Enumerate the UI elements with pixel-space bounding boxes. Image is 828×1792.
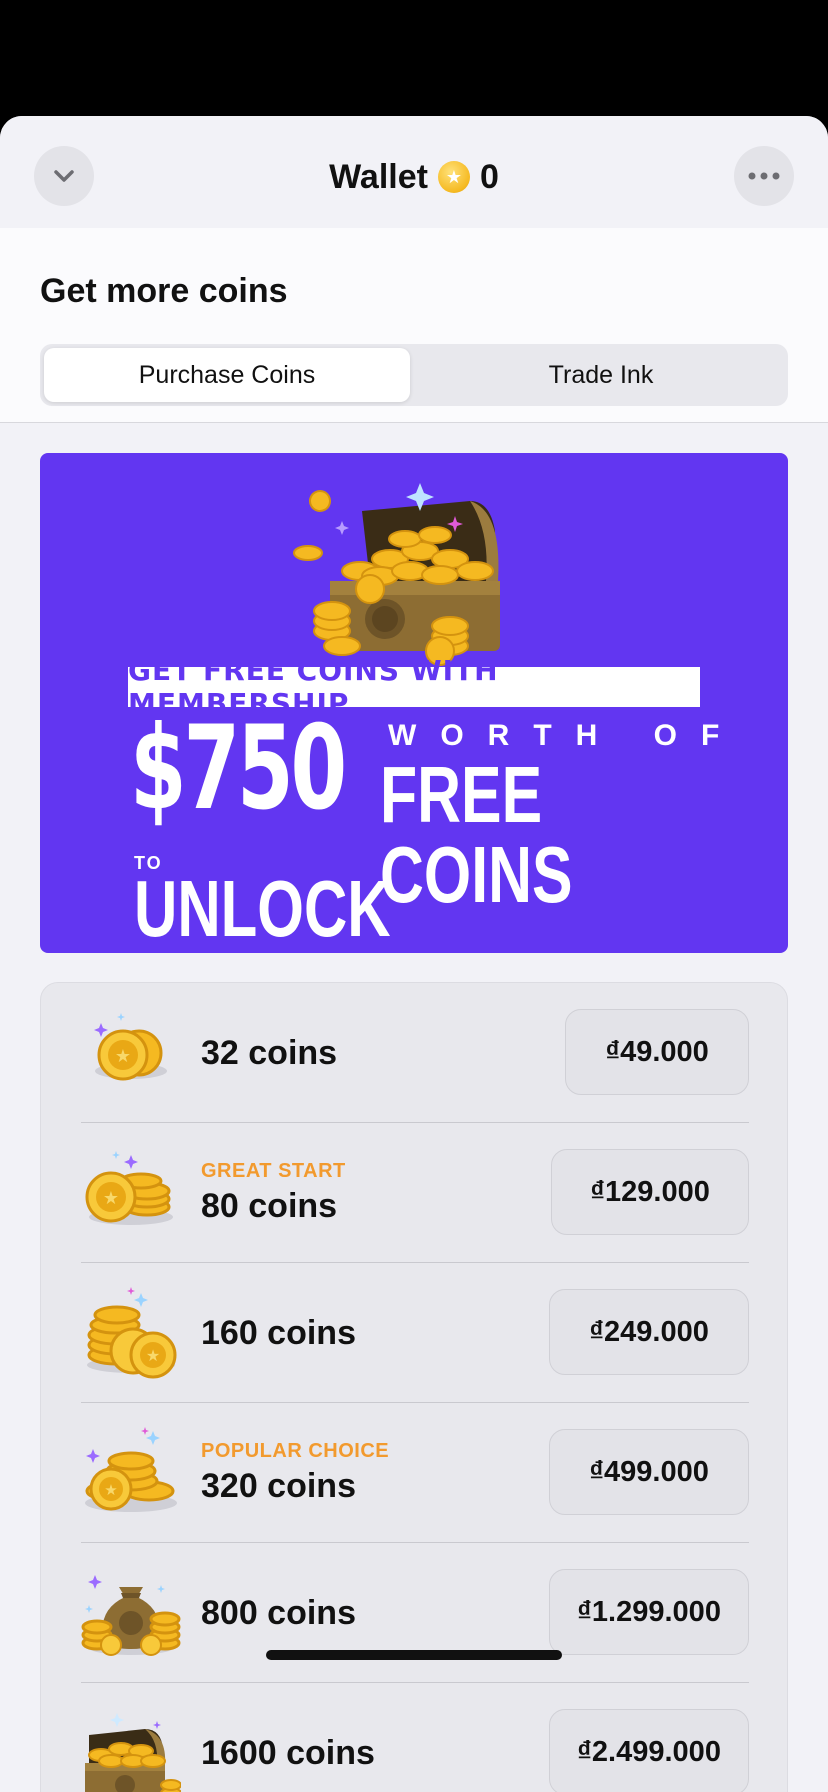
wallet-title: Wallet ★ 0: [0, 152, 828, 202]
svg-text:★: ★: [115, 1046, 131, 1066]
wallet-title-text: Wallet: [329, 157, 428, 196]
treasure-chest-illustration: [293, 483, 500, 666]
wallet-sheet: Wallet ★ 0 Get more coins Purchase Coins…: [0, 116, 828, 1792]
coin-stack-icon: ★: [85, 1151, 173, 1225]
price-button[interactable]: ₫2.499.000: [549, 1709, 749, 1792]
coin-heap-icon: ★: [85, 1427, 177, 1512]
price-button[interactable]: ₫249.000: [549, 1289, 749, 1375]
banner-amount: $750: [130, 701, 347, 836]
package-amount: 80 coins: [201, 1187, 338, 1225]
banner-worth-of: WORTH OF: [388, 719, 744, 752]
package-amount: 1600 coins: [201, 1733, 375, 1772]
price-button[interactable]: ₫1.299.000: [549, 1569, 749, 1655]
tab-trade-ink[interactable]: Trade Ink: [418, 348, 784, 402]
home-indicator: [266, 1650, 562, 1660]
membership-banner[interactable]: GET FREE COINS WITH MEMBERSHIP $750 WORT…: [40, 453, 788, 953]
top-bar: Wallet ★ 0: [0, 116, 828, 228]
more-horizontal-icon: [748, 172, 780, 180]
package-badge: GREAT START: [201, 1160, 346, 1182]
price-button[interactable]: ₫49.000: [565, 1009, 749, 1095]
svg-text:★: ★: [104, 1482, 117, 1499]
package-amount: 160 coins: [201, 1313, 356, 1352]
coin-package-row[interactable]: ★ POPULAR CHOICE 320 coins ₫499.000: [81, 1403, 749, 1543]
coin-package-list: ★ 32 coins ₫49.000 ★ GREAT START 80 coin…: [40, 982, 788, 1792]
tab-purchase-coins[interactable]: Purchase Coins: [44, 348, 410, 402]
coin-bag-icon: [81, 1575, 181, 1656]
more-button[interactable]: [734, 146, 794, 206]
coin-package-row[interactable]: 800 coins ₫1.299.000: [81, 1543, 749, 1683]
svg-text:★: ★: [103, 1188, 119, 1208]
coin-package-row[interactable]: ★ GREAT START 80 coins ₫129.000: [81, 1123, 749, 1263]
package-amount: 800 coins: [201, 1593, 356, 1632]
coin-package-row[interactable]: 1600 coins ₫2.499.000: [81, 1683, 749, 1792]
package-badge: POPULAR CHOICE: [201, 1440, 390, 1462]
price-button[interactable]: ₫129.000: [551, 1149, 749, 1235]
coin-icon: ★: [437, 161, 470, 193]
section-title: Get more coins: [40, 272, 288, 310]
segmented-control: Purchase Coins Trade Ink: [40, 344, 788, 406]
coin-package-row[interactable]: ★ 160 coins ₫249.000: [81, 1263, 749, 1403]
treasure-chest-icon: [85, 1713, 181, 1792]
coin-package-row[interactable]: ★ 32 coins ₫49.000: [81, 983, 749, 1123]
banner-unlock: UNLOCK LATEST HITS: [134, 864, 516, 954]
package-amount: 32 coins: [201, 1033, 338, 1072]
coin-pair-icon: ★: [94, 1013, 167, 1081]
price-button[interactable]: ₫499.000: [549, 1429, 749, 1515]
wallet-balance: 0: [479, 157, 499, 196]
svg-text:★: ★: [146, 1348, 160, 1365]
package-amount: 320 coins: [201, 1467, 356, 1505]
coin-pile-icon: ★: [87, 1287, 177, 1379]
